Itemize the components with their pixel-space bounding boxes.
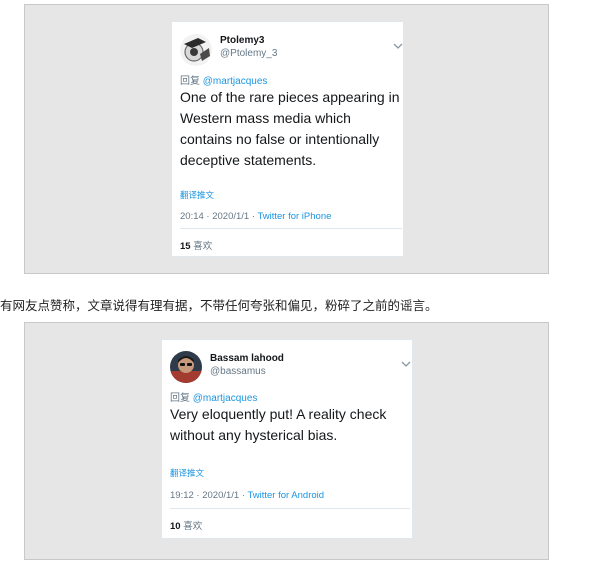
reply-mention-link[interactable]: @martjacques [203,76,268,87]
tweet-source-link[interactable]: Twitter for Android [247,490,324,501]
tweet-meta: 19:12 · 2020/1/1 · Twitter for Android [170,490,324,501]
tweet-text: Very eloquently put! A reality check wit… [170,406,387,443]
like-count-label: 喜欢 [193,241,213,252]
tweet-card[interactable]: Ptolemy3 @Ptolemy_3 回复 @martjacques One … [171,21,404,257]
tweet-timestamp[interactable]: 19:12 · 2020/1/1 · [170,490,247,501]
tweet-text: One of the rare pieces appearing in West… [180,89,400,168]
display-name[interactable]: Bassam lahood [210,353,284,364]
translate-tweet-link[interactable]: 翻译推文 [170,467,204,479]
tweet-timestamp[interactable]: 20:14 · 2020/1/1 · [180,211,257,222]
avatar[interactable] [180,34,212,66]
translate-tweet-link[interactable]: 翻译推文 [180,189,214,201]
like-count[interactable]: 10 喜欢 [170,518,202,532]
like-count-label: 喜欢 [183,521,203,532]
chevron-down-icon[interactable] [400,360,412,368]
reply-prefix: 回复 [180,76,200,87]
user-handle[interactable]: @Ptolemy_3 [220,48,277,59]
avatar[interactable] [170,351,202,383]
reply-context: 回复 @martjacques [170,389,257,404]
tweet-card[interactable]: Bassam lahood @bassamus 回复 @martjacques … [161,339,413,539]
reply-context: 回复 @martjacques [180,72,267,87]
reply-prefix: 回复 [170,393,190,404]
screenshot-panel-1: Ptolemy3 @Ptolemy_3 回复 @martjacques One … [24,4,549,274]
tweet-source-link[interactable]: Twitter for iPhone [257,211,331,222]
like-count-number: 15 [180,241,191,252]
tweet-meta: 20:14 · 2020/1/1 · Twitter for iPhone [180,211,331,222]
like-count[interactable]: 15 喜欢 [180,238,212,252]
like-count-number: 10 [170,521,181,532]
screenshot-panel-2: Bassam lahood @bassamus 回复 @martjacques … [24,322,549,560]
chevron-down-icon[interactable] [392,42,404,50]
display-name[interactable]: Ptolemy3 [220,35,264,46]
user-handle[interactable]: @bassamus [210,366,266,377]
divider [170,508,410,509]
article-caption: 有网友点赞称，文章说得有理有据，不带任何夸张和偏见，粉碎了之前的谣言。 [0,299,438,313]
divider [180,228,402,229]
reply-mention-link[interactable]: @martjacques [193,393,258,404]
